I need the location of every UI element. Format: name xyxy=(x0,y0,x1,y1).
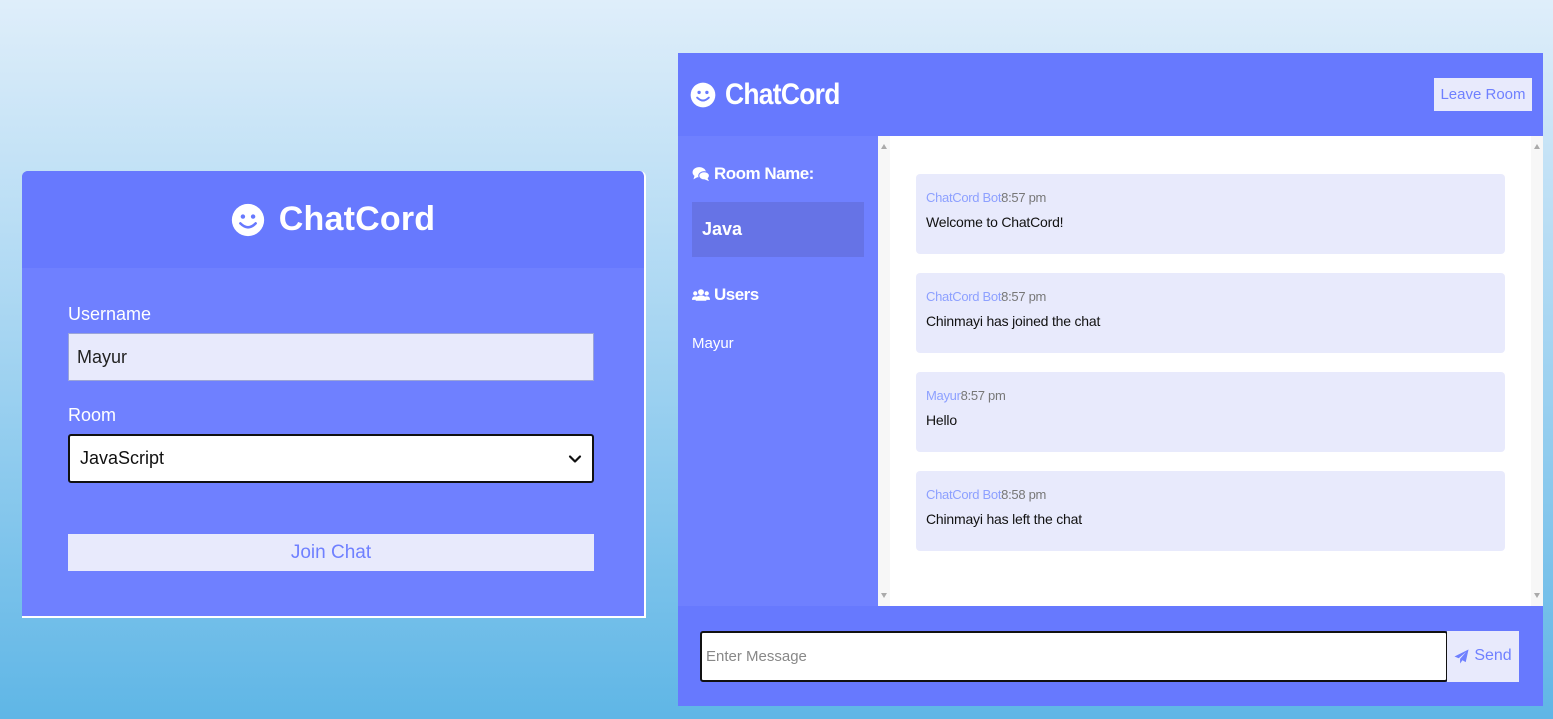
message-meta: Mayur8:57 pm xyxy=(926,388,1495,403)
message-text: Chinmayi has joined the chat xyxy=(926,313,1101,329)
join-card: ChatCord Username Mayur Room JavaScript … xyxy=(22,171,646,618)
user-list: Mayur xyxy=(692,335,864,352)
join-title: ChatCord xyxy=(278,200,436,238)
scroll-up-icon[interactable] xyxy=(1534,144,1540,149)
message-time: 8:57 pm xyxy=(1001,289,1047,304)
room-name: Java xyxy=(692,202,864,257)
users-icon xyxy=(692,289,710,301)
chevron-down-icon xyxy=(568,454,582,463)
message-user: ChatCord Bot xyxy=(926,289,1002,304)
chat-main: Room Name: Java Users Mayur ChatCord Bot… xyxy=(678,136,1543,606)
scroll-up-icon[interactable] xyxy=(881,144,887,149)
join-chat-button[interactable]: Join Chat xyxy=(68,534,594,571)
sidebar-scrollbar[interactable] xyxy=(878,136,890,606)
room-select[interactable]: JavaScript xyxy=(68,434,594,483)
message-user: ChatCord Bot xyxy=(926,190,1002,205)
brand-title: ChatCord xyxy=(725,77,840,111)
room-name-heading: Room Name: xyxy=(692,164,864,184)
username-label: Username xyxy=(68,304,152,324)
join-form: Username Mayur Room JavaScript Join Chat xyxy=(22,268,644,571)
username-value: Mayur xyxy=(77,346,128,367)
scroll-down-icon[interactable] xyxy=(881,593,887,598)
message: ChatCord Bot8:58 pm Chinmayi has left th… xyxy=(916,471,1505,551)
message-user: Mayur xyxy=(926,388,961,403)
send-label: Send xyxy=(1474,647,1512,664)
message: ChatCord Bot8:57 pm Welcome to ChatCord! xyxy=(916,174,1505,254)
message-time: 8:58 pm xyxy=(1001,487,1047,502)
room-heading-label: Room Name: xyxy=(714,164,814,183)
message-text: Chinmayi has left the chat xyxy=(926,511,1082,527)
username-input[interactable]: Mayur xyxy=(68,333,594,381)
room-selected-value: JavaScript xyxy=(80,448,165,468)
join-header: ChatCord xyxy=(22,171,644,268)
users-heading-label: Users xyxy=(714,285,759,304)
smile-icon xyxy=(690,82,716,107)
message-user: ChatCord Bot xyxy=(926,487,1002,502)
message-input[interactable]: Enter Message xyxy=(700,630,1448,682)
user-item: Mayur xyxy=(692,335,734,352)
chat-sidebar: Room Name: Java Users Mayur xyxy=(678,136,878,606)
message: Mayur8:57 pm Hello xyxy=(916,372,1505,452)
message-time: 8:57 pm xyxy=(960,388,1006,403)
leave-room-button[interactable]: Leave Room xyxy=(1434,78,1532,111)
message-text: Hello xyxy=(926,412,957,428)
send-button[interactable]: Send xyxy=(1447,630,1519,682)
chat-window: ChatCord Leave Room Room Name: Java User… xyxy=(678,53,1543,706)
comments-icon xyxy=(692,167,710,182)
room-label: Room xyxy=(68,405,117,425)
message-meta: ChatCord Bot8:57 pm xyxy=(926,190,1495,205)
message-meta: ChatCord Bot8:57 pm xyxy=(926,289,1495,304)
chat-header: ChatCord Leave Room xyxy=(678,53,1543,136)
chat-form: Enter Message Send xyxy=(678,606,1543,706)
message-meta: ChatCord Bot8:58 pm xyxy=(926,487,1495,502)
brand: ChatCord xyxy=(690,78,855,112)
message-text: Welcome to ChatCord! xyxy=(926,214,1064,230)
message: ChatCord Bot8:57 pm Chinmayi has joined … xyxy=(916,273,1505,353)
message-input-placeholder: Enter Message xyxy=(706,647,807,665)
users-heading: Users xyxy=(692,285,864,305)
scroll-down-icon[interactable] xyxy=(1534,593,1540,598)
paper-plane-icon xyxy=(1454,648,1469,664)
smile-icon xyxy=(231,203,264,236)
messages-pane[interactable]: ChatCord Bot8:57 pm Welcome to ChatCord!… xyxy=(878,136,1543,606)
messages-scrollbar[interactable] xyxy=(1531,136,1543,606)
message-time: 8:57 pm xyxy=(1001,190,1047,205)
